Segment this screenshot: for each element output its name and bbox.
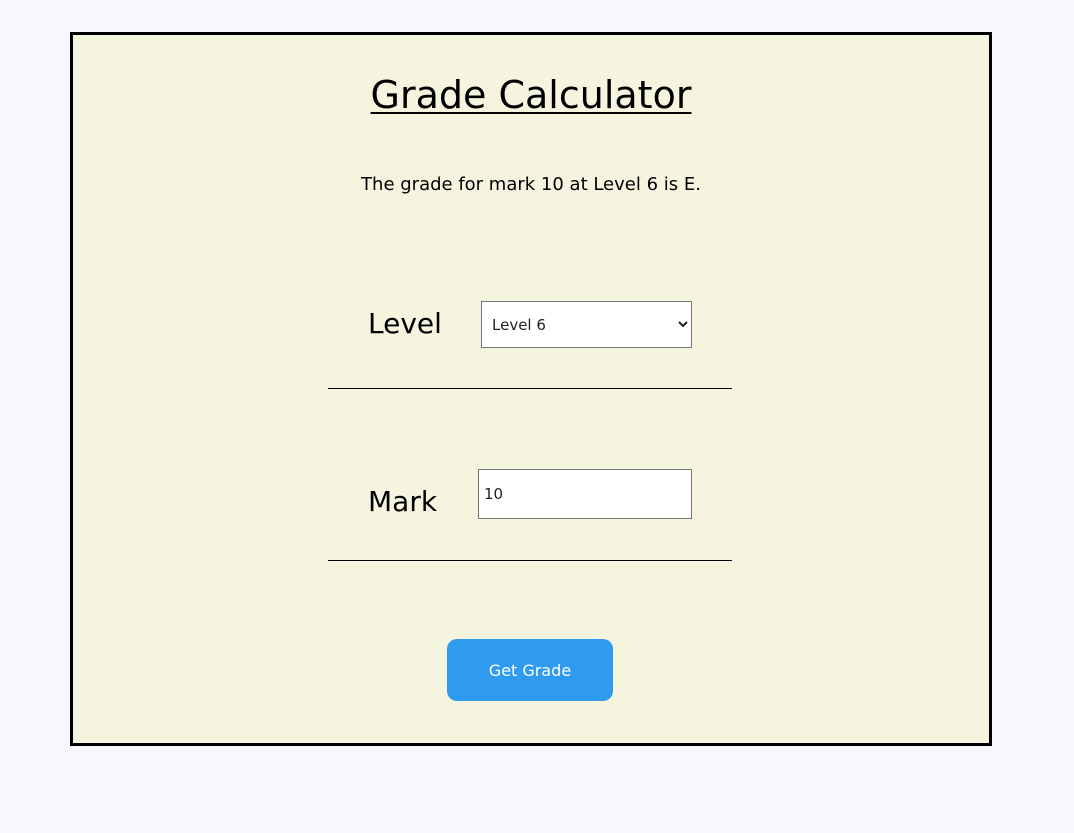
level-row: Level Level 6 [328,275,732,389]
grade-result-text: The grade for mark 10 at Level 6 is E. [361,174,701,195]
level-label: Level [368,307,442,340]
mark-label: Mark [368,485,438,518]
level-select[interactable]: Level 6 [481,301,692,348]
grade-calculator-card: Grade Calculator The grade for mark 10 a… [70,32,992,746]
get-grade-button[interactable]: Get Grade [447,639,613,701]
mark-input[interactable] [478,469,692,519]
mark-row: Mark [328,445,732,561]
page-title: Grade Calculator [370,73,692,117]
